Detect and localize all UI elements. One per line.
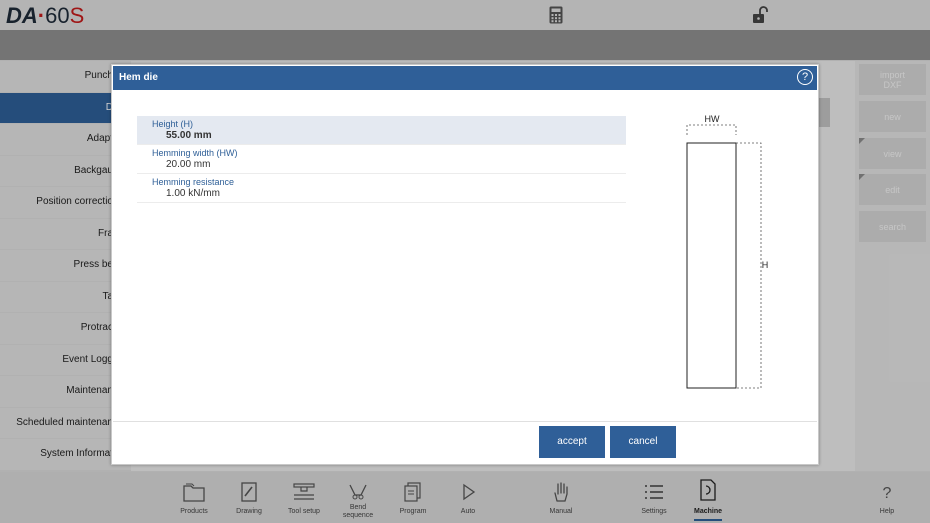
param-row-height[interactable]: Height (H) 55.00 mm (137, 116, 626, 145)
hem-die-diagram: HW H (686, 114, 769, 389)
dialog-footer-divider (113, 421, 817, 422)
param-value: 1.00 kN/mm (166, 188, 220, 199)
param-value: 55.00 mm (166, 130, 212, 141)
die-body (686, 142, 737, 389)
accept-button[interactable]: accept (539, 426, 605, 458)
hw-dimension-line (686, 124, 737, 135)
param-label: Hemming width (HW) (152, 148, 238, 158)
cancel-button[interactable]: cancel (610, 426, 676, 458)
hem-die-dialog: Hem die ? Height (H) 55.00 mm Hemming wi… (111, 64, 819, 465)
h-dimension-label: H (762, 260, 769, 270)
dialog-header: Hem die ? (113, 66, 817, 90)
param-label: Height (H) (152, 119, 194, 129)
param-row-hemming-width[interactable]: Hemming width (HW) 20.00 mm (137, 145, 626, 174)
dialog-title: Hem die (119, 72, 158, 83)
param-row-hemming-resistance[interactable]: Hemming resistance 1.00 kN/mm (137, 174, 626, 203)
h-dimension-line (736, 142, 762, 389)
param-value: 20.00 mm (166, 159, 211, 170)
help-icon[interactable]: ? (797, 69, 813, 85)
param-label: Hemming resistance (152, 177, 235, 187)
parameter-list: Height (H) 55.00 mm Hemming width (HW) 2… (137, 116, 626, 203)
hw-dimension-label: HW (705, 114, 720, 124)
